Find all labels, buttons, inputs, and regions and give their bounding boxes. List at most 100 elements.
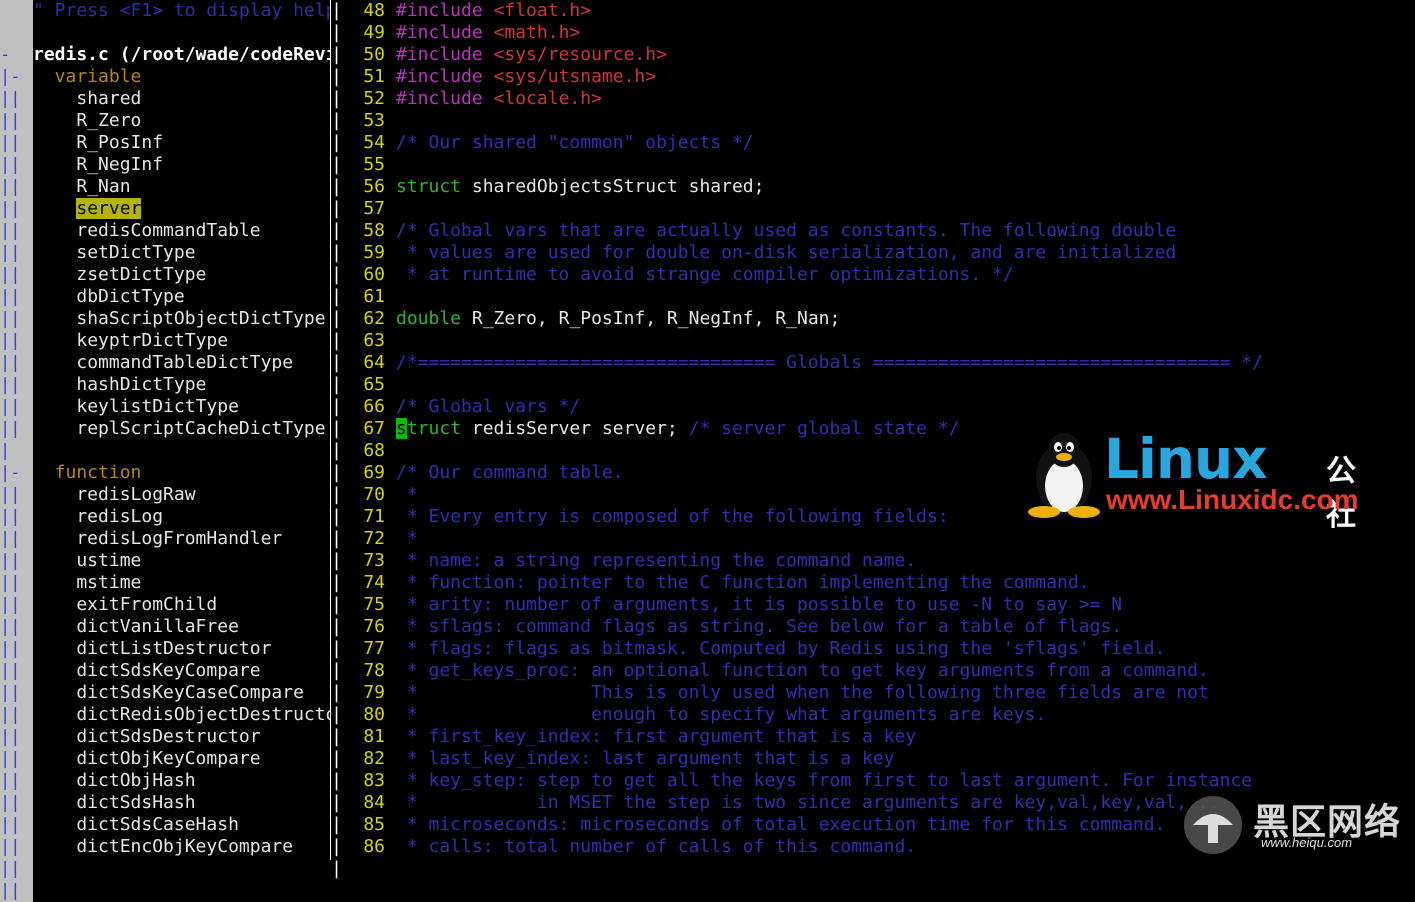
code-token: /* Global vars that are actually used as… bbox=[396, 220, 1177, 241]
code-line[interactable]: 83 * key_step: step to get all the keys … bbox=[342, 770, 1415, 792]
tagbar-item[interactable]: redisLogRaw bbox=[33, 484, 330, 506]
code-line[interactable]: 64 /*================================= Gl… bbox=[342, 352, 1415, 374]
tagbar-item[interactable]: mstime bbox=[33, 572, 330, 594]
line-number: 51 bbox=[363, 66, 385, 87]
line-number: 82 bbox=[363, 748, 385, 769]
separator-bar: | bbox=[331, 44, 342, 65]
tagbar-item[interactable]: R_Nan bbox=[33, 176, 330, 198]
tagbar-item[interactable]: dictSdsKeyCaseCompare bbox=[33, 682, 330, 704]
fold-marker: || bbox=[0, 880, 33, 902]
separator-bar: | bbox=[331, 682, 342, 703]
code-line[interactable]: 74 * function: pointer to the C function… bbox=[342, 572, 1415, 594]
tagbar-item[interactable]: dictSdsKeyCompare bbox=[33, 660, 330, 682]
code-token: /* Global vars */ bbox=[396, 396, 581, 417]
code-line[interactable]: 50 #include <sys/resource.h> bbox=[342, 44, 1415, 66]
code-token: #include bbox=[396, 66, 494, 87]
code-token: * name: a string representing the comman… bbox=[396, 550, 917, 571]
tagbar-item[interactable]: dictObjKeyCompare bbox=[33, 748, 330, 770]
tagbar-item[interactable]: keyptrDictType bbox=[33, 330, 330, 352]
code-line[interactable]: 55 bbox=[342, 154, 1415, 176]
code-line[interactable]: 48 #include <float.h> bbox=[342, 0, 1415, 22]
tagbar-item[interactable]: setDictType bbox=[33, 242, 330, 264]
tagbar-item[interactable]: hashDictType bbox=[33, 374, 330, 396]
tagbar-item[interactable]: redisCommandTable bbox=[33, 220, 330, 242]
code-line[interactable]: 80 * enough to specify what arguments ar… bbox=[342, 704, 1415, 726]
code-line[interactable]: 61 bbox=[342, 286, 1415, 308]
tagbar-file-title[interactable]: redis.c (/root/wade/codeReview/redis-3.0… bbox=[33, 44, 330, 66]
fold-marker: || bbox=[0, 704, 33, 726]
tagbar-item[interactable]: dictObjHash bbox=[33, 770, 330, 792]
tagbar-item[interactable]: keylistDictType bbox=[33, 396, 330, 418]
tagbar-item[interactable]: dictVanillaFree bbox=[33, 616, 330, 638]
line-number: 83 bbox=[363, 770, 385, 791]
code-token: * flags: flags as bitmask. Computed by R… bbox=[396, 638, 1166, 659]
fold-marker: || bbox=[0, 550, 33, 572]
code-line[interactable]: 63 bbox=[342, 330, 1415, 352]
code-line[interactable]: 51 #include <sys/utsname.h> bbox=[342, 66, 1415, 88]
fold-marker: || bbox=[0, 374, 33, 396]
line-number: 69 bbox=[363, 462, 385, 483]
code-line[interactable]: 77 * flags: flags as bitmask. Computed b… bbox=[342, 638, 1415, 660]
tagbar-item[interactable]: R_NegInf bbox=[33, 154, 330, 176]
code-line[interactable]: 66 /* Global vars */ bbox=[342, 396, 1415, 418]
line-number: 59 bbox=[363, 242, 385, 263]
separator-bar: | bbox=[331, 330, 342, 351]
separator-bar: | bbox=[331, 858, 342, 879]
code-line[interactable]: 79 * This is only used when the followin… bbox=[342, 682, 1415, 704]
code-line[interactable]: 75 * arity: number of arguments, it is p… bbox=[342, 594, 1415, 616]
code-line[interactable]: 54 /* Our shared "common" objects */ bbox=[342, 132, 1415, 154]
line-number: 84 bbox=[363, 792, 385, 813]
code-line[interactable]: 49 #include <math.h> bbox=[342, 22, 1415, 44]
tagbar-item-label: commandTableDictType bbox=[76, 352, 294, 373]
tagbar-item[interactable]: exitFromChild bbox=[33, 594, 330, 616]
code-line[interactable]: 53 bbox=[342, 110, 1415, 132]
fold-marker: - bbox=[0, 44, 33, 66]
tagbar-item[interactable]: zsetDictType bbox=[33, 264, 330, 286]
tagbar-item[interactable]: R_PosInf bbox=[33, 132, 330, 154]
tagbar-item-label: shaScriptObjectDictType bbox=[76, 308, 326, 329]
line-number: 85 bbox=[363, 814, 385, 835]
code-line[interactable]: 52 #include <locale.h> bbox=[342, 88, 1415, 110]
tagbar-kind-function[interactable]: function bbox=[33, 462, 330, 484]
code-line[interactable]: 82 * last_key_index: last argument that … bbox=[342, 748, 1415, 770]
tagbar-panel[interactable]: " Press <F1> to display help text redis.c… bbox=[33, 0, 330, 860]
line-number: 75 bbox=[363, 594, 385, 615]
line-number: 57 bbox=[363, 198, 385, 219]
tagbar-item[interactable]: commandTableDictType bbox=[33, 352, 330, 374]
tagbar-item[interactable]: dictRedisObjectDestructor bbox=[33, 704, 330, 726]
tagbar-item[interactable]: dictListDestructor bbox=[33, 638, 330, 660]
code-line[interactable]: 59 * values are used for double on-disk … bbox=[342, 242, 1415, 264]
tagbar-item[interactable]: dbDictType bbox=[33, 286, 330, 308]
code-line[interactable]: 72 * bbox=[342, 528, 1415, 550]
linuxidc-url-text: www.Linuxidc.com bbox=[1106, 484, 1359, 515]
tagbar-kind-variable[interactable]: variable bbox=[33, 66, 330, 88]
code-line[interactable]: 78 * get_keys_proc: an optional function… bbox=[342, 660, 1415, 682]
tagbar-item[interactable]: R_Zero bbox=[33, 110, 330, 132]
tagbar-item[interactable]: shared bbox=[33, 88, 330, 110]
code-token: #include bbox=[396, 44, 494, 65]
code-line[interactable]: 56 struct sharedObjectsStruct shared; bbox=[342, 176, 1415, 198]
tagbar-item[interactable]: dictSdsHash bbox=[33, 792, 330, 814]
code-line[interactable]: 60 * at runtime to avoid strange compile… bbox=[342, 264, 1415, 286]
code-line[interactable]: 58 /* Global vars that are actually used … bbox=[342, 220, 1415, 242]
tagbar-item[interactable]: redisLog bbox=[33, 506, 330, 528]
code-line[interactable]: 73 * name: a string representing the com… bbox=[342, 550, 1415, 572]
code-line[interactable]: 57 bbox=[342, 198, 1415, 220]
tagbar-item[interactable]: redisLogFromHandler bbox=[33, 528, 330, 550]
code-line[interactable]: 62 double R_Zero, R_PosInf, R_NegInf, R_N… bbox=[342, 308, 1415, 330]
tagbar-item[interactable]: dictEncObjKeyCompare bbox=[33, 836, 330, 858]
separator-bar: | bbox=[331, 418, 342, 439]
text-cursor: s bbox=[396, 418, 407, 439]
tagbar-item[interactable]: replScriptCacheDictType bbox=[33, 418, 330, 440]
tagbar-item[interactable]: dictSdsDestructor bbox=[33, 726, 330, 748]
code-line[interactable]: 65 bbox=[342, 374, 1415, 396]
line-number: 55 bbox=[363, 154, 385, 175]
separator-bar: | bbox=[331, 462, 342, 483]
code-line[interactable]: 81 * first_key_index: first argument tha… bbox=[342, 726, 1415, 748]
tagbar-item[interactable]: server bbox=[33, 198, 330, 220]
tagbar-item[interactable]: shaScriptObjectDictType bbox=[33, 308, 330, 330]
line-number: 56 bbox=[363, 176, 385, 197]
tagbar-item[interactable]: ustime bbox=[33, 550, 330, 572]
code-line[interactable]: 76 * sflags: command flags as string. Se… bbox=[342, 616, 1415, 638]
tagbar-item[interactable]: dictSdsCaseHash bbox=[33, 814, 330, 836]
